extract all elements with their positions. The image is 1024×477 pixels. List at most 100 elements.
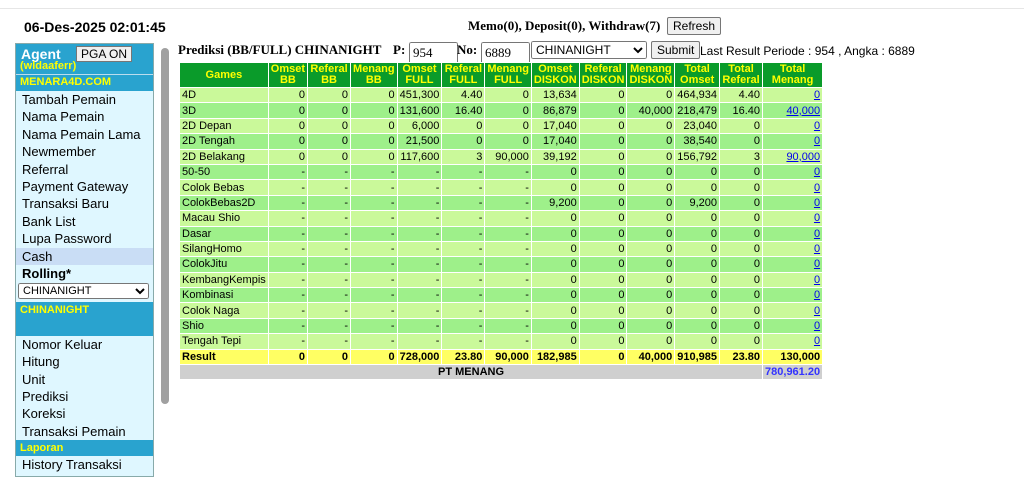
value-cell: 0: [674, 240, 721, 258]
value-cell: -: [484, 287, 532, 304]
rolling-select[interactable]: CHINANIGHT: [18, 282, 149, 299]
game-name-cell: 4D: [179, 86, 269, 104]
total-menang-link[interactable]: 0: [762, 163, 824, 181]
sidebar-item-transaksi-pemain[interactable]: Transaksi Pemain: [16, 422, 153, 441]
total-menang-link[interactable]: 90,000: [762, 148, 824, 165]
pga-button[interactable]: PGA ON: [76, 46, 133, 62]
value-cell: 0: [626, 302, 676, 319]
sidebar-item-bank-list[interactable]: Bank List: [16, 212, 153, 231]
sidebar-item-payment-gateway[interactable]: Payment Gateway: [16, 177, 153, 196]
sidebar-item-history-transaksi[interactable]: History Transaksi: [16, 456, 153, 474]
total-menang-link[interactable]: 0: [762, 317, 824, 335]
value-cell: -: [267, 333, 309, 350]
sidebar-item-lupa-password[interactable]: Lupa Password: [16, 230, 153, 248]
sidebar-item-referral[interactable]: Referral: [16, 160, 153, 178]
sidebar-item-prediksi[interactable]: Prediksi: [16, 388, 153, 406]
value-cell: 86,879: [530, 102, 580, 119]
sidebar-scrollbar[interactable]: [161, 48, 169, 404]
value-cell: -: [484, 333, 532, 350]
value-cell: -: [396, 240, 443, 258]
total-menang-link[interactable]: 0: [762, 225, 824, 242]
value-cell: 0: [626, 256, 676, 273]
period-input[interactable]: [409, 42, 458, 64]
value-cell: -: [484, 163, 532, 181]
total-menang-link[interactable]: 0: [762, 194, 824, 212]
game-select[interactable]: CHINANIGHT: [531, 41, 647, 59]
value-cell: -: [267, 194, 309, 212]
value-cell: 0: [674, 287, 721, 304]
game-name-cell: KembangKempis: [179, 271, 269, 289]
sidebar-item-newmember[interactable]: Newmember: [16, 143, 153, 161]
submit-button[interactable]: Submit: [651, 41, 701, 59]
total-menang-link[interactable]: 0: [762, 256, 824, 273]
value-cell: -: [350, 333, 398, 350]
value-cell: -: [441, 271, 486, 289]
menu-group-game: Nomor Keluar Hitung Unit Prediksi Koreksi Tra…: [16, 335, 153, 441]
column-header-line: Games: [205, 68, 243, 81]
value-cell: 0: [626, 163, 676, 181]
value-cell: 3: [719, 148, 764, 165]
game-name-cell: Shio: [179, 317, 269, 335]
total-menang-link[interactable]: 0: [762, 271, 824, 289]
value-cell: 0: [530, 210, 580, 227]
value-cell: 0: [578, 256, 628, 273]
game-name-cell: 2D Depan: [179, 117, 269, 135]
column-header-line: DISKON: [581, 74, 625, 86]
result-value-cell: 40,000: [626, 348, 676, 366]
game-name-cell: Tengah Tepi: [179, 333, 269, 350]
value-cell: 0: [626, 225, 676, 242]
pt-menang-row: PT MENANG 780,961.20: [178, 364, 824, 381]
table-row: SilangHomo - - - - - -0 0 0 0 0 0: [179, 240, 824, 258]
total-menang-link[interactable]: 40,000: [762, 102, 824, 119]
sidebar-item-harian-pemain[interactable]: Harian Pemain: [16, 473, 153, 476]
sidebar-item-nomor-keluar[interactable]: Nomor Keluar: [16, 335, 153, 354]
total-menang-link[interactable]: 0: [762, 133, 824, 150]
total-menang-link[interactable]: 0: [762, 210, 824, 227]
value-cell: -: [441, 317, 486, 335]
value-cell: -: [307, 302, 352, 319]
sidebar-item-nama-pemain[interactable]: Nama Pemain: [16, 108, 153, 126]
total-menang-link[interactable]: 0: [762, 240, 824, 258]
value-cell: 9,200: [674, 194, 721, 212]
sidebar-item-tambah-pemain[interactable]: Tambah Pemain: [16, 91, 153, 109]
table-header-row: Games Omset BB Referal BB Menang BB Omset FULL Re…: [179, 62, 824, 88]
total-menang-link[interactable]: 0: [762, 179, 824, 196]
prediksi-title-row: Prediksi (BB/FULL) CHINANIGHT: [178, 42, 381, 58]
value-cell: 0: [674, 210, 721, 227]
total-menang-link[interactable]: 0: [762, 287, 824, 304]
value-cell: 0: [578, 333, 628, 350]
value-cell: -: [307, 317, 352, 335]
column-header-line: BB: [279, 74, 296, 86]
value-cell: 0: [578, 240, 628, 258]
number-input[interactable]: [481, 42, 530, 64]
value-cell: 0: [578, 148, 628, 165]
sidebar-item-unit[interactable]: Unit: [16, 370, 153, 389]
game-name-cell: ColokBebas2D: [179, 194, 269, 212]
column-header-line: Referal: [722, 74, 760, 86]
refresh-button[interactable]: Refresh: [667, 17, 722, 35]
sidebar-item-hitung[interactable]: Hitung: [16, 353, 153, 371]
value-cell: 0: [578, 133, 628, 150]
value-cell: 0: [484, 102, 532, 119]
value-cell: 0: [267, 117, 309, 135]
value-cell: -: [307, 287, 352, 304]
value-cell: -: [396, 256, 443, 273]
sidebar-item-cash[interactable]: Cash: [16, 247, 153, 265]
site-name: MENARA4D.COM: [16, 74, 153, 91]
sidebar-item-koreksi[interactable]: Koreksi: [16, 405, 153, 423]
total-menang-link[interactable]: 0: [762, 117, 824, 135]
value-cell: -: [441, 210, 486, 227]
total-menang-link[interactable]: 0: [762, 302, 824, 319]
value-cell: 156,792: [674, 148, 721, 165]
result-row: Result 0 0 0 728,000 23.80 90,000 182,985 0 40,00…: [179, 348, 824, 366]
total-menang-link[interactable]: 0: [762, 333, 824, 350]
column-header-line: Menang: [771, 74, 814, 86]
total-menang-link[interactable]: 0: [762, 86, 824, 104]
sidebar-item-nama-pemain-lama[interactable]: Nama Pemain Lama: [16, 125, 153, 144]
value-cell: 0: [674, 302, 721, 319]
sidebar-item-transaksi-baru[interactable]: Transaksi Baru: [16, 195, 153, 213]
value-cell: -: [396, 225, 443, 242]
value-cell: 17,040: [530, 117, 580, 135]
value-cell: 0: [441, 117, 486, 135]
value-cell: 0: [530, 271, 580, 289]
